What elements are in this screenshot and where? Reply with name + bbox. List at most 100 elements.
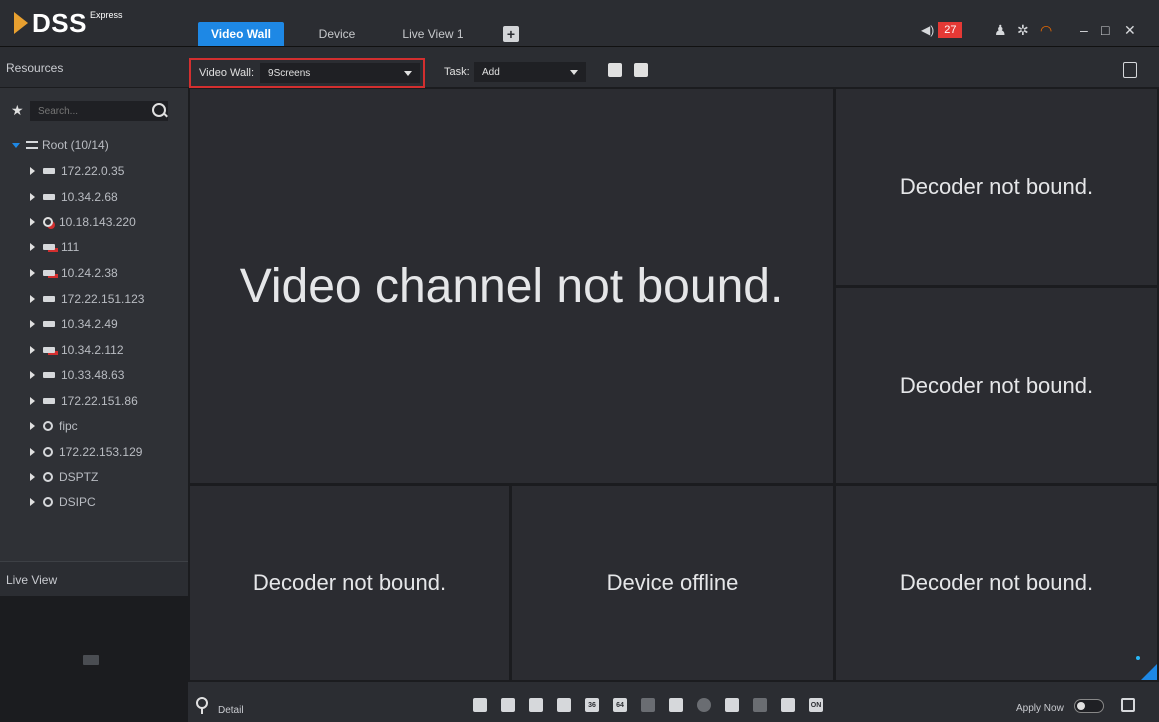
tree-item-label: 172.22.153.129 bbox=[59, 445, 143, 459]
resize-corner-icon[interactable] bbox=[1141, 664, 1157, 680]
expand-icon[interactable] bbox=[30, 295, 35, 303]
expand-icon[interactable] bbox=[30, 320, 35, 328]
alarm-indicator[interactable]: ◀) 27 bbox=[921, 22, 963, 38]
tree-item-label: fipc bbox=[59, 419, 78, 433]
layout-1-icon[interactable] bbox=[473, 698, 487, 712]
user-icon[interactable]: ♟ bbox=[994, 22, 1007, 39]
nvr-icon bbox=[43, 168, 55, 174]
minimize-icon[interactable]: – bbox=[1080, 22, 1088, 38]
tree-item-label: DSPTZ bbox=[59, 470, 99, 484]
search-input[interactable] bbox=[30, 101, 168, 121]
video-wall-dropdown[interactable]: 9Screens bbox=[260, 63, 421, 83]
layout-64-icon[interactable]: 64 bbox=[613, 698, 627, 712]
nvr-icon bbox=[43, 296, 55, 302]
apply-now-toggle[interactable] bbox=[1074, 699, 1104, 713]
status-dot bbox=[1136, 656, 1140, 660]
nvr-icon bbox=[43, 372, 55, 378]
layout-4-icon[interactable] bbox=[501, 698, 515, 712]
chevron-down-icon bbox=[404, 70, 413, 76]
tree-item-label: 10.18.143.220 bbox=[59, 215, 136, 229]
tree-item-device[interactable]: DSIPC bbox=[30, 491, 96, 513]
add-tab-icon[interactable]: + bbox=[503, 26, 519, 42]
task-dropdown[interactable]: Add bbox=[474, 62, 586, 82]
nvr-alert-icon bbox=[43, 270, 55, 276]
layout-36-icon[interactable]: 36 bbox=[585, 698, 599, 712]
layout-16-icon[interactable] bbox=[557, 698, 571, 712]
video-wall-label: Video Wall: bbox=[199, 67, 255, 79]
layout-9-icon[interactable] bbox=[529, 698, 543, 712]
expand-icon[interactable] bbox=[12, 142, 20, 148]
tree-item-device[interactable]: fipc bbox=[30, 415, 78, 437]
tree-item-label: 10.34.2.112 bbox=[61, 343, 124, 357]
tree-item-device[interactable]: 172.22.0.35 bbox=[30, 160, 124, 182]
expand-icon[interactable] bbox=[30, 243, 35, 251]
speedometer-icon[interactable]: ◠ bbox=[1040, 22, 1052, 39]
expand-icon[interactable] bbox=[30, 346, 35, 354]
tree-item-device[interactable]: 172.22.153.129 bbox=[30, 441, 142, 463]
tree-item-device[interactable]: 10.34.2.49 bbox=[30, 313, 118, 335]
expand-icon[interactable] bbox=[30, 167, 35, 175]
tree-item-device[interactable]: 10.34.2.68 bbox=[30, 186, 118, 208]
camera-icon bbox=[43, 421, 53, 431]
list-view-icon[interactable] bbox=[1123, 62, 1137, 78]
app-edition: Express bbox=[89, 10, 123, 20]
network-tree-icon[interactable] bbox=[669, 698, 683, 712]
tree-item-device[interactable]: 10.24.2.38 bbox=[30, 262, 118, 284]
tab-live-view-1[interactable]: Live View 1 bbox=[392, 22, 474, 46]
tree-item-label: 172.22.151.123 bbox=[61, 292, 145, 306]
switch-icon[interactable] bbox=[781, 698, 795, 712]
video-wall-value: 9Screens bbox=[268, 67, 311, 79]
tree-item-device[interactable]: 172.22.151.123 bbox=[30, 288, 144, 310]
tree-item-label: 172.22.151.86 bbox=[61, 394, 138, 408]
expand-icon[interactable] bbox=[30, 498, 35, 506]
expand-icon[interactable] bbox=[30, 218, 35, 226]
location-pin-icon[interactable] bbox=[196, 697, 208, 714]
camera-alert-icon bbox=[43, 217, 53, 227]
wall-screen[interactable]: Decoder not bound. bbox=[836, 89, 1157, 285]
tab-video-wall[interactable]: Video Wall bbox=[198, 22, 284, 46]
wall-screen-main[interactable]: Video channel not bound. bbox=[190, 89, 833, 483]
expand-icon[interactable] bbox=[30, 422, 35, 430]
wall-screen[interactable]: Decoder not bound. bbox=[190, 486, 509, 680]
save-icon[interactable] bbox=[608, 63, 622, 77]
add-screen-icon[interactable] bbox=[753, 698, 767, 712]
star-icon[interactable]: ★ bbox=[11, 102, 24, 119]
screen-control-icon[interactable] bbox=[1121, 698, 1135, 712]
expand-icon[interactable] bbox=[30, 448, 35, 456]
tab-device[interactable]: Device bbox=[300, 22, 374, 46]
nvr-icon bbox=[43, 321, 55, 327]
wall-screen[interactable]: Decoder not bound. bbox=[836, 288, 1157, 483]
save-as-icon[interactable] bbox=[634, 63, 648, 77]
pause-icon[interactable] bbox=[697, 698, 711, 712]
apply-now-label: Apply Now bbox=[1016, 703, 1064, 714]
expand-icon[interactable] bbox=[30, 473, 35, 481]
search-icon[interactable] bbox=[152, 103, 166, 117]
camera-icon bbox=[43, 472, 53, 482]
tree-item-device[interactable]: 172.22.151.86 bbox=[30, 390, 138, 412]
expand-icon[interactable] bbox=[30, 371, 35, 379]
wall-screen[interactable]: Device offline bbox=[512, 486, 833, 680]
gear-icon[interactable]: ✲ bbox=[1017, 22, 1029, 39]
maximize-icon[interactable]: □ bbox=[1101, 22, 1109, 38]
wall-screen[interactable]: Decoder not bound. bbox=[836, 486, 1157, 680]
title-bar bbox=[0, 0, 1159, 47]
close-icon[interactable]: ✕ bbox=[1124, 22, 1136, 39]
tree-item-device[interactable]: 10.18.143.220 bbox=[30, 211, 136, 233]
nvr-icon bbox=[43, 194, 55, 200]
tree-item-device[interactable]: 10.33.48.63 bbox=[30, 364, 124, 386]
edit-icon[interactable] bbox=[641, 698, 655, 712]
expand-icon[interactable] bbox=[30, 269, 35, 277]
tree-item-device[interactable]: 111 bbox=[30, 236, 79, 258]
tree-item-device[interactable]: DSPTZ bbox=[30, 466, 98, 488]
tree-item-device[interactable]: 10.34.2.112 bbox=[30, 339, 124, 361]
detail-label[interactable]: Detail bbox=[218, 705, 244, 716]
expand-icon[interactable] bbox=[30, 193, 35, 201]
expand-icon[interactable] bbox=[30, 397, 35, 405]
tree-root[interactable]: Root (10/14) bbox=[12, 134, 109, 156]
power-on-icon[interactable]: ON bbox=[809, 698, 823, 712]
tree-item-label: 172.22.0.35 bbox=[61, 164, 125, 178]
root-label: Root (10/14) bbox=[42, 138, 109, 152]
logo-mark-icon bbox=[14, 12, 28, 34]
lock-icon[interactable] bbox=[725, 698, 739, 712]
task-label: Task: bbox=[444, 66, 470, 78]
